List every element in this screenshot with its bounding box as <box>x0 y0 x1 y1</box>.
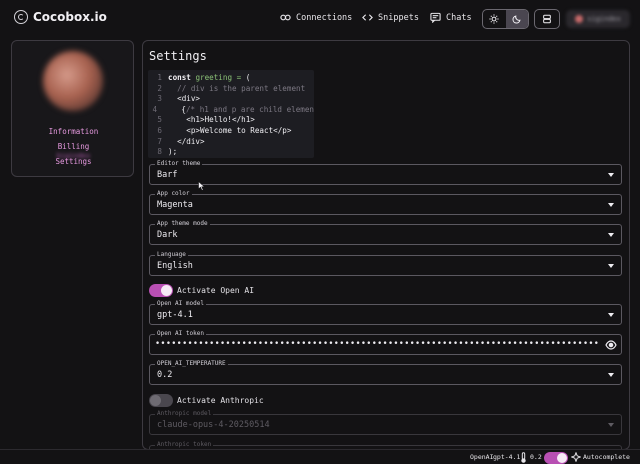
app-color-value: Magenta <box>157 200 193 210</box>
status-temperature: 0.2 <box>530 453 542 461</box>
code-line: 4 {/* h1 and p are child elemen <box>152 104 314 114</box>
openai-token-value: ••••••••••••••••••••••••••••••••••••••••… <box>155 339 600 349</box>
sun-icon <box>489 14 499 24</box>
openai-temperature-value: 0.2 <box>157 370 173 380</box>
chevron-down-icon <box>608 203 614 207</box>
chevron-down-icon <box>608 373 614 377</box>
app-theme-mode-label: App theme mode <box>155 219 210 228</box>
anthropic-model-value: claude-opus-4-20250514 <box>157 420 270 430</box>
profile-link-billing[interactable]: Billing <box>12 142 135 151</box>
theme-toggle <box>482 9 529 29</box>
chevron-down-icon <box>608 423 614 427</box>
check-icon <box>161 285 172 296</box>
openai-temperature-label: OPEN_AI_TEMPERATURE <box>155 359 228 368</box>
status-provider: OpenAI <box>470 453 494 461</box>
code-line: 3 <div> <box>157 94 201 104</box>
openai-token-label: Open AI token <box>155 329 206 338</box>
app-color-select[interactable]: App color Magenta <box>149 189 622 215</box>
openai-model-value: gpt-4.1 <box>157 310 193 320</box>
profile-card: bigindex Information Billing Settings <box>11 40 134 177</box>
profile-link-information[interactable]: Information <box>12 127 135 136</box>
mouse-cursor-icon <box>198 181 206 191</box>
brand-name: Cocobox.io <box>33 10 107 24</box>
code-line: 8); <box>157 147 178 157</box>
code-line: 7 </div> <box>157 136 205 146</box>
code-line: 5 <h1>Hello!</h1> <box>157 115 255 125</box>
link-icon <box>280 14 291 21</box>
code-line: 1 const greeting = ( <box>157 73 251 82</box>
page-title: Settings <box>149 49 207 63</box>
openai-model-label: Open AI model <box>155 299 206 308</box>
top-bar: Cocobox.io Connections Snippets Chats si… <box>0 0 640 36</box>
app-theme-mode-select[interactable]: App theme mode Dark <box>149 219 622 245</box>
autocomplete-label: Autocomplete <box>583 453 630 461</box>
eye-icon[interactable] <box>605 339 617 351</box>
openai-temperature-select[interactable]: OPEN_AI_TEMPERATURE 0.2 <box>149 359 622 385</box>
autocomplete-toggle[interactable] <box>544 452 568 464</box>
status-model: gpt-4.1 <box>493 453 521 461</box>
code-line: 2 // div is the parent element <box>157 83 306 93</box>
anthropic-model-select[interactable]: Anthropic model claude-opus-4-20250514 <box>149 409 622 435</box>
openai-model-select[interactable]: Open AI model gpt-4.1 <box>149 299 622 325</box>
user-menu[interactable]: sigindex <box>566 10 630 28</box>
user-menu-label: sigindex <box>587 15 621 23</box>
anthropic-model-label: Anthropic model <box>155 409 214 418</box>
activate-openai-row: Activate Open AI <box>149 284 254 297</box>
language-select[interactable]: Language English <box>149 250 622 276</box>
nav-snippets[interactable]: Snippets <box>362 12 419 23</box>
activate-anthropic-toggle[interactable] <box>149 394 173 407</box>
language-value: English <box>157 261 193 271</box>
editor-theme-value: Barf <box>157 170 178 180</box>
nav-connections-label: Connections <box>296 12 353 23</box>
thermometer-icon <box>521 452 526 463</box>
chevron-down-icon <box>608 173 614 177</box>
nav-chats-label: Chats <box>446 12 472 23</box>
check-icon <box>557 453 567 463</box>
light-theme-button[interactable] <box>483 10 506 28</box>
nav-connections[interactable]: Connections <box>280 12 352 23</box>
anthropic-token-label: Anthropic token <box>155 440 214 449</box>
app-color-label: App color <box>155 189 192 198</box>
brand-logo-icon <box>14 10 28 24</box>
editor-theme-select[interactable]: Editor theme Barf <box>149 159 622 185</box>
app-theme-mode-value: Dark <box>157 230 178 240</box>
nav-chats[interactable]: Chats <box>430 12 472 23</box>
minus-icon <box>150 395 161 406</box>
status-bar: OpenAI gpt-4.1 0.2 Autocomplete <box>0 449 640 464</box>
chat-icon <box>430 12 441 23</box>
database-icon <box>543 14 551 24</box>
code-line: 6 <p>Welcome to React</p> <box>157 125 292 135</box>
profile-link-settings[interactable]: Settings <box>12 157 135 166</box>
database-button[interactable] <box>534 9 560 29</box>
code-preview: 1 const greeting = ( 2 // div is the pare… <box>148 70 314 158</box>
editor-theme-label: Editor theme <box>155 159 203 168</box>
chevron-down-icon <box>608 233 614 237</box>
openai-token-field[interactable]: Open AI token ••••••••••••••••••••••••••… <box>149 329 622 355</box>
settings-panel: Settings 1 const greeting = ( 2 // div is… <box>142 40 630 450</box>
chevron-down-icon <box>608 264 614 268</box>
activate-openai-toggle[interactable] <box>149 284 173 297</box>
activate-anthropic-label: Activate Anthropic <box>177 396 264 405</box>
activate-anthropic-row: Activate Anthropic <box>149 394 264 407</box>
dark-theme-button[interactable] <box>505 10 528 28</box>
avatar <box>43 51 103 111</box>
user-avatar <box>575 15 584 23</box>
sparkle-icon <box>571 452 581 462</box>
chevron-down-icon <box>608 313 614 317</box>
nav-snippets-label: Snippets <box>378 12 419 23</box>
activate-openai-label: Activate Open AI <box>177 286 255 295</box>
moon-icon <box>512 15 521 24</box>
brand[interactable]: Cocobox.io <box>14 10 107 24</box>
language-label: Language <box>155 250 188 259</box>
code-icon <box>362 14 373 21</box>
